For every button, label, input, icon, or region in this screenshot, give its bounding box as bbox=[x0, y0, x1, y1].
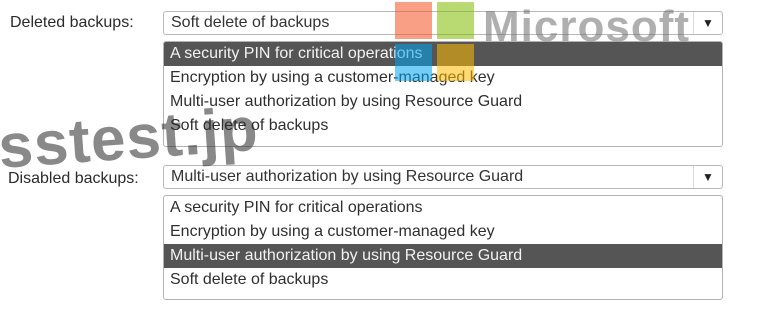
deleted-backups-selected-value: Soft delete of backups bbox=[171, 14, 330, 31]
disabled-option-multi-user-authorization[interactable]: Multi-user authorization by using Resour… bbox=[164, 244, 722, 268]
logo-red-square bbox=[395, 2, 432, 39]
disabled-backups-selected-value: Multi-user authorization by using Resour… bbox=[171, 168, 524, 185]
chevron-down-icon[interactable]: ▼ bbox=[693, 12, 722, 34]
disabled-option-security-pin[interactable]: A security PIN for critical operations bbox=[164, 196, 722, 220]
deleted-backups-label: Deleted backups: bbox=[10, 14, 134, 31]
logo-green-square bbox=[437, 2, 474, 39]
logo-blue-square bbox=[395, 44, 432, 81]
logo-yellow-square bbox=[437, 44, 474, 81]
disabled-backups-options-list: A security PIN for critical operations E… bbox=[163, 195, 723, 300]
disabled-option-soft-delete[interactable]: Soft delete of backups bbox=[164, 268, 722, 292]
microsoft-logo-text: Microsoft bbox=[483, 2, 690, 51]
disabled-backups-dropdown[interactable]: Multi-user authorization by using Resour… bbox=[163, 165, 723, 189]
chevron-down-icon[interactable]: ▼ bbox=[693, 166, 722, 188]
disabled-option-customer-managed-key[interactable]: Encryption by using a customer-managed k… bbox=[164, 220, 722, 244]
answer-area: Deleted backups: Soft delete of backups … bbox=[0, 0, 765, 334]
